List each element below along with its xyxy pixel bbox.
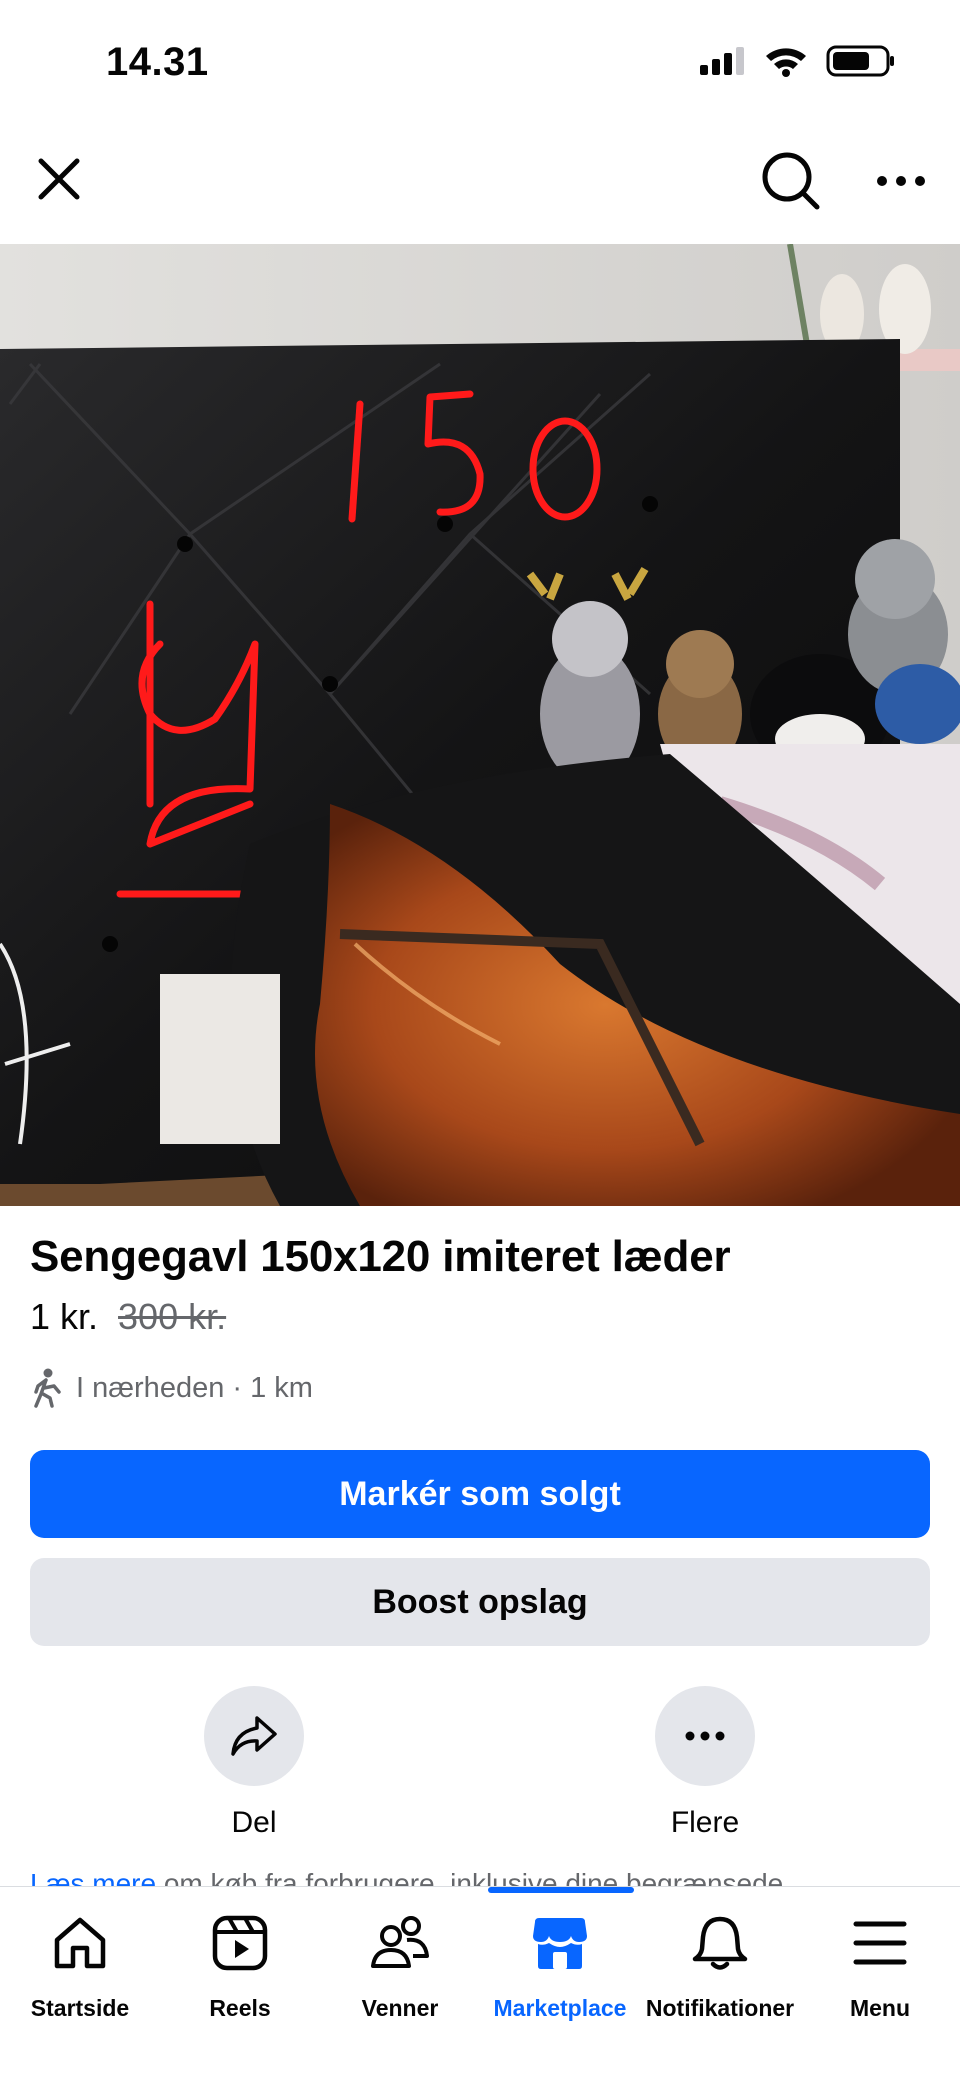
marketplace-listing-screen: 14.31 Sengegavl 150x120 imiteret læder 1… bbox=[0, 0, 960, 2078]
status-bar: 14.31 bbox=[0, 0, 960, 120]
share-icon bbox=[231, 1716, 277, 1756]
nav-item-notifications[interactable]: Notifikationer bbox=[640, 1911, 800, 2022]
nav-label-home: Startside bbox=[30, 1995, 130, 2021]
share-button[interactable] bbox=[204, 1686, 304, 1786]
read-more-body: om køb fra forbrugere, inklusive dine be… bbox=[156, 1868, 784, 1886]
location-row: I nærheden · 1 km bbox=[30, 1368, 313, 1408]
nav-item-menu[interactable]: Menu bbox=[800, 1911, 960, 2022]
boost-listing-button[interactable]: Boost opslag bbox=[30, 1558, 930, 1646]
nav-label-friends: Venner bbox=[361, 1995, 439, 2021]
read-more-link[interactable]: Læs mere bbox=[30, 1868, 156, 1886]
nav-item-friends[interactable]: Venner bbox=[320, 1911, 480, 2022]
nav-item-reels[interactable]: Reels bbox=[160, 1911, 320, 2022]
mark-as-sold-button[interactable]: Markér som solgt bbox=[30, 1450, 930, 1538]
search-icon bbox=[762, 152, 820, 210]
status-time: 14.31 bbox=[106, 40, 209, 84]
top-bar bbox=[0, 120, 960, 244]
marketplace-icon bbox=[533, 1918, 587, 1969]
reels-icon bbox=[212, 1915, 268, 1971]
cellular-signal-icon bbox=[700, 47, 744, 75]
original-price: 300 kr. bbox=[118, 1296, 227, 1337]
nav-item-home[interactable]: Startside bbox=[0, 1911, 160, 2022]
status-icons bbox=[698, 44, 896, 78]
battery-icon bbox=[826, 45, 894, 77]
home-icon bbox=[54, 1917, 106, 1969]
nav-item-marketplace[interactable]: Marketplace bbox=[480, 1911, 640, 2022]
nav-label-marketplace: Marketplace bbox=[493, 1995, 627, 2021]
read-more-text: Læs mere om køb fra forbrugere, inklusiv… bbox=[30, 1864, 940, 1886]
listing-photo[interactable] bbox=[0, 244, 960, 1206]
bell-icon bbox=[692, 1916, 748, 1970]
nav-label-menu: Menu bbox=[849, 1995, 911, 2021]
more-actions-button[interactable] bbox=[655, 1686, 755, 1786]
more-action[interactable]: Flere bbox=[645, 1686, 765, 1840]
more-label: Flere bbox=[670, 1806, 740, 1839]
share-label: Del bbox=[231, 1806, 277, 1839]
search-button[interactable] bbox=[756, 146, 826, 216]
close-icon bbox=[38, 158, 80, 200]
bottom-navigation: Startside Reels Venner Marketplace Notif… bbox=[0, 1886, 960, 2078]
active-tab-indicator bbox=[488, 1887, 634, 1893]
friends-icon bbox=[371, 1916, 429, 1968]
nav-label-notifications: Notifikationer bbox=[645, 1995, 795, 2021]
more-horizontal-icon bbox=[685, 1731, 725, 1741]
location-text: I nærheden · 1 km bbox=[76, 1371, 313, 1404]
wifi-icon bbox=[766, 48, 806, 77]
menu-icon bbox=[853, 1921, 907, 1965]
nav-label-reels: Reels bbox=[209, 1995, 271, 2021]
price: 1 kr. bbox=[30, 1296, 99, 1337]
price-row: 1 kr. 300 kr. bbox=[30, 1296, 226, 1338]
walking-person-icon bbox=[34, 1368, 61, 1408]
more-icon bbox=[877, 176, 925, 186]
close-button[interactable] bbox=[26, 146, 92, 212]
more-options-button[interactable] bbox=[866, 146, 936, 216]
listing-title: Sengegavl 150x120 imiteret læder bbox=[30, 1232, 731, 1281]
share-action[interactable]: Del bbox=[194, 1686, 314, 1840]
